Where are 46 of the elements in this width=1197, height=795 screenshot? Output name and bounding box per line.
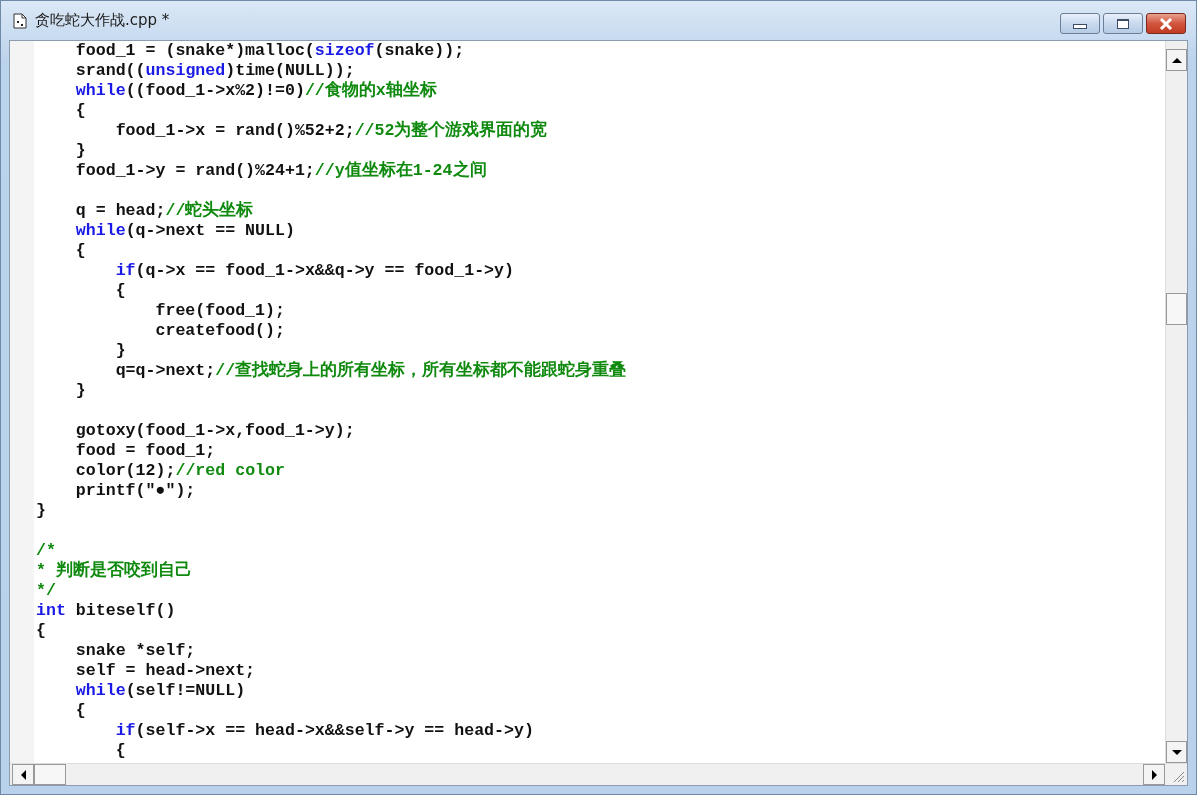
code-line: { bbox=[114, 281, 126, 301]
maximize-button[interactable] bbox=[1103, 13, 1143, 34]
scroll-thumb[interactable] bbox=[1166, 293, 1187, 325]
code-line: color(12);//red color bbox=[74, 461, 285, 481]
horizontal-scrollbar[interactable] bbox=[10, 764, 1165, 785]
code-line: { bbox=[74, 101, 86, 121]
code-line: createfood(); bbox=[154, 321, 285, 341]
code-line: food_1->y = rand()%24+1;//y值坐标在1-24之间 bbox=[74, 161, 487, 181]
close-button[interactable] bbox=[1146, 13, 1186, 34]
scroll-thumb[interactable] bbox=[34, 764, 66, 785]
code-line: gotoxy(food_1->x,food_1->y); bbox=[74, 421, 355, 441]
code-line: } bbox=[114, 341, 126, 361]
code-line: snake *self; bbox=[74, 641, 196, 661]
minimize-icon bbox=[1073, 24, 1087, 29]
code-line: food = food_1; bbox=[74, 441, 216, 461]
window-title: 贪吃蛇大作战.cpp * bbox=[35, 11, 170, 30]
code-line: self = head->next; bbox=[74, 661, 256, 681]
code-line: } bbox=[74, 141, 86, 161]
code-line: { bbox=[114, 741, 126, 761]
code-line: } bbox=[74, 381, 86, 401]
code-line: q = head;//蛇头坐标 bbox=[74, 201, 254, 221]
maximize-icon bbox=[1117, 18, 1129, 29]
code-line: while(self!=NULL) bbox=[74, 681, 246, 701]
code-line: printf("●"); bbox=[74, 481, 196, 501]
code-line: q=q->next;//查找蛇身上的所有坐标，所有坐标都不能跟蛇身重叠 bbox=[114, 361, 627, 381]
code-line: if(q->x == food_1->x&&q->y == food_1->y) bbox=[114, 261, 514, 281]
code-line: * 判断是否咬到自己 bbox=[36, 561, 192, 581]
code-line: /* bbox=[36, 541, 56, 561]
code-line: { bbox=[36, 621, 46, 641]
code-line: } bbox=[36, 501, 46, 521]
document-icon bbox=[13, 12, 27, 29]
code-line: while(q->next == NULL) bbox=[74, 221, 295, 241]
code-line: srand((unsigned)time(NULL)); bbox=[74, 61, 355, 81]
resize-grip-icon[interactable] bbox=[1171, 769, 1185, 783]
minimize-button[interactable] bbox=[1060, 13, 1100, 34]
code-line: if(self->x == head->x&&self->y == head->y) bbox=[114, 721, 534, 741]
code-line: { bbox=[74, 241, 86, 261]
code-line: { bbox=[74, 701, 86, 721]
code-line: food_1 = (snake*)malloc(sizeof(snake)); bbox=[74, 41, 465, 61]
close-icon bbox=[1159, 17, 1173, 30]
code-line: while((food_1->x%2)!=0)//食物的x轴坐标 bbox=[74, 81, 437, 101]
code-line: food_1->x = rand()%52+2;//52为整个游戏界面的宽 bbox=[114, 121, 548, 141]
code-line: int biteself() bbox=[36, 601, 176, 621]
vertical-scrollbar[interactable] bbox=[1165, 41, 1187, 763]
code-line: free(food_1); bbox=[154, 301, 285, 321]
code-line: */ bbox=[36, 581, 56, 601]
